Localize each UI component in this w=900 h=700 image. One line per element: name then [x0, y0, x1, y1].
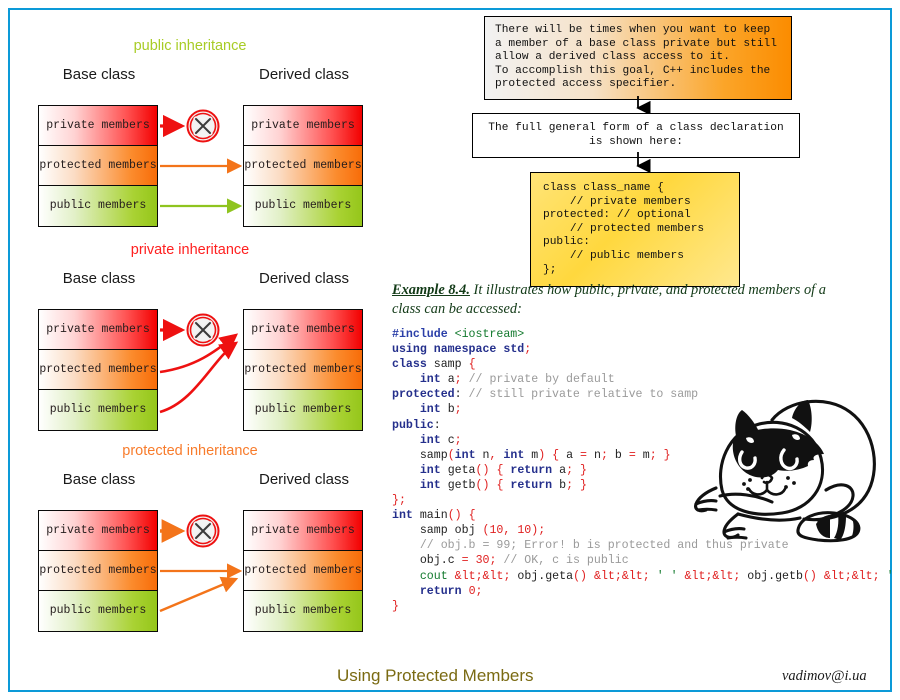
- diagram-protected-inheritance: protected inheritance Base class Derived…: [0, 433, 380, 638]
- example-caption: Example 8.4. It illustrates how public, …: [392, 281, 832, 319]
- code-line: #include <iostream>: [392, 328, 525, 341]
- diagram-private-inheritance: private inheritance Base class Derived c…: [0, 232, 380, 437]
- footer-email: vadimov@i.ua: [782, 668, 867, 684]
- code-line: obj.c = 30; // OK, c is public: [419, 554, 629, 568]
- code-line: class samp {: [392, 358, 476, 372]
- arrows-public: [160, 109, 243, 214]
- slide-root: public inheritance Base class Derived cl…: [0, 0, 900, 700]
- connector-arrow-2: [636, 152, 651, 174]
- code-line: }: [392, 599, 399, 613]
- arrows-private: [159, 313, 239, 414]
- code-line: int a; // private by default: [419, 373, 615, 387]
- code-line: return 0;: [419, 584, 483, 598]
- arrows-protected: [159, 514, 243, 613]
- example-heading: Example 8.4.: [392, 282, 470, 298]
- intro-textbox: There will be times when you want to kee…: [484, 16, 792, 100]
- class-declaration-box: class class_name { // private members pr…: [530, 172, 740, 288]
- blocked-x-icon: [186, 313, 220, 347]
- code-line: cout &lt;&lt; obj.geta() &lt;&lt; ' ' &l…: [419, 569, 894, 583]
- footer-title: Using Protected Members: [337, 666, 534, 685]
- blocked-x-icon: [186, 514, 220, 548]
- diagram-public-inheritance: public inheritance Base class Derived cl…: [0, 28, 380, 233]
- blocked-x-icon: [186, 109, 220, 143]
- code-line: using namespace std;: [392, 343, 532, 357]
- cat-illustration: [676, 392, 891, 552]
